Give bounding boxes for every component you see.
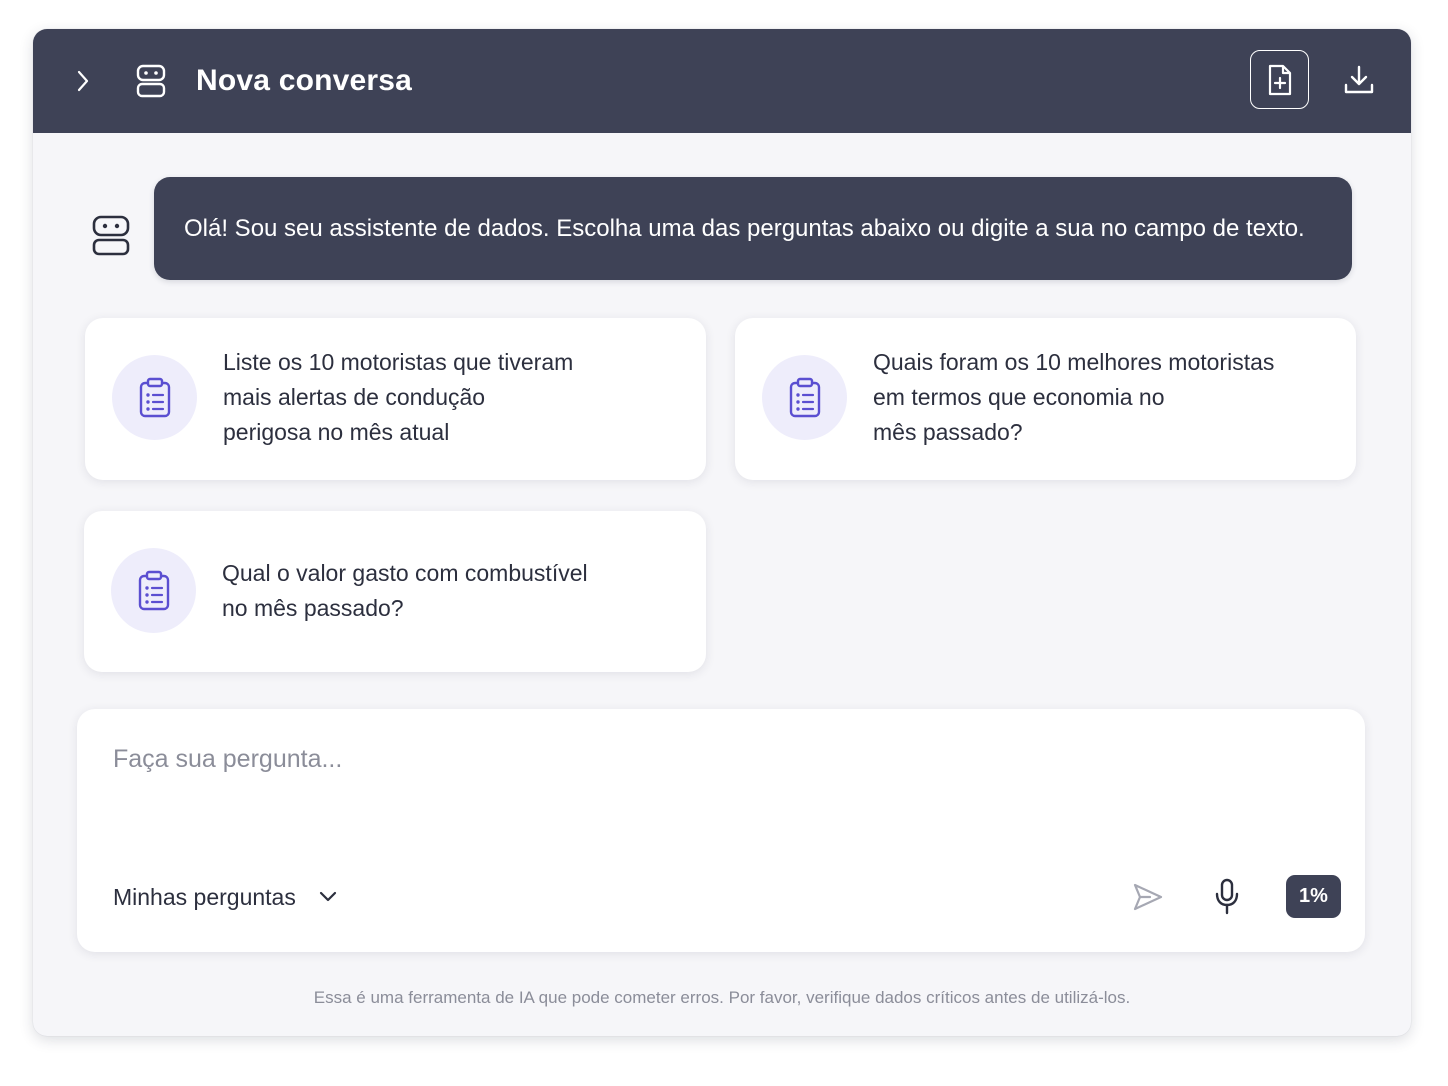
page-title: Nova conversa	[196, 64, 413, 97]
question-input[interactable]	[113, 739, 1313, 779]
file-plus-icon	[1268, 64, 1291, 95]
my-questions-dropdown[interactable]: Minhas perguntas	[113, 881, 338, 913]
microphone-icon	[1215, 878, 1239, 915]
ai-disclaimer: Essa é uma ferramenta de IA que pode com…	[313, 988, 1131, 1007]
suggestion-icon-badge	[762, 355, 847, 440]
download-icon	[1344, 65, 1374, 94]
download-button[interactable]	[1341, 62, 1377, 98]
suggestion-text: Liste os 10 motoristas que tiveram mais …	[223, 349, 574, 445]
chevron-right-icon	[77, 70, 89, 92]
suggestion-icon-badge	[112, 355, 197, 440]
chevron-down-icon	[318, 887, 338, 907]
clipboard-list-icon	[139, 377, 170, 417]
suggestion-text: Qual o valor gasto com combustível no mê…	[222, 560, 588, 621]
send-icon	[1133, 883, 1163, 911]
assistant-message-bubble: Olá! Sou seu assistente de dados. Escolh…	[154, 177, 1352, 280]
chat-header: Nova conversa	[33, 29, 1411, 133]
chat-window: Nova conversa Olá! Sou seu assistente de…	[33, 29, 1411, 1036]
suggestion-card[interactable]: Quais foram os 10 melhores motoristas em…	[735, 318, 1356, 480]
usage-badge: 1%	[1286, 875, 1341, 918]
clipboard-list-icon	[789, 377, 820, 417]
robot-icon	[92, 215, 130, 256]
microphone-button[interactable]	[1209, 877, 1245, 917]
clipboard-list-icon	[138, 570, 169, 610]
suggestion-card[interactable]: Qual o valor gasto com combustível no mê…	[84, 511, 706, 672]
suggestion-text: Quais foram os 10 melhores motoristas em…	[873, 349, 1275, 445]
robot-icon	[136, 64, 166, 98]
expand-sidebar-button[interactable]	[67, 65, 99, 97]
suggestion-card[interactable]: Liste os 10 motoristas que tiveram mais …	[85, 318, 706, 480]
suggestion-icon-badge	[111, 548, 196, 633]
composer: Minhas perguntas 1%	[77, 709, 1365, 952]
new-conversation-button[interactable]	[1250, 50, 1309, 109]
send-button[interactable]	[1130, 879, 1166, 915]
assistant-message-text: Olá! Sou seu assistente de dados. Escolh…	[184, 214, 1305, 242]
my-questions-label: Minhas perguntas	[113, 884, 296, 910]
